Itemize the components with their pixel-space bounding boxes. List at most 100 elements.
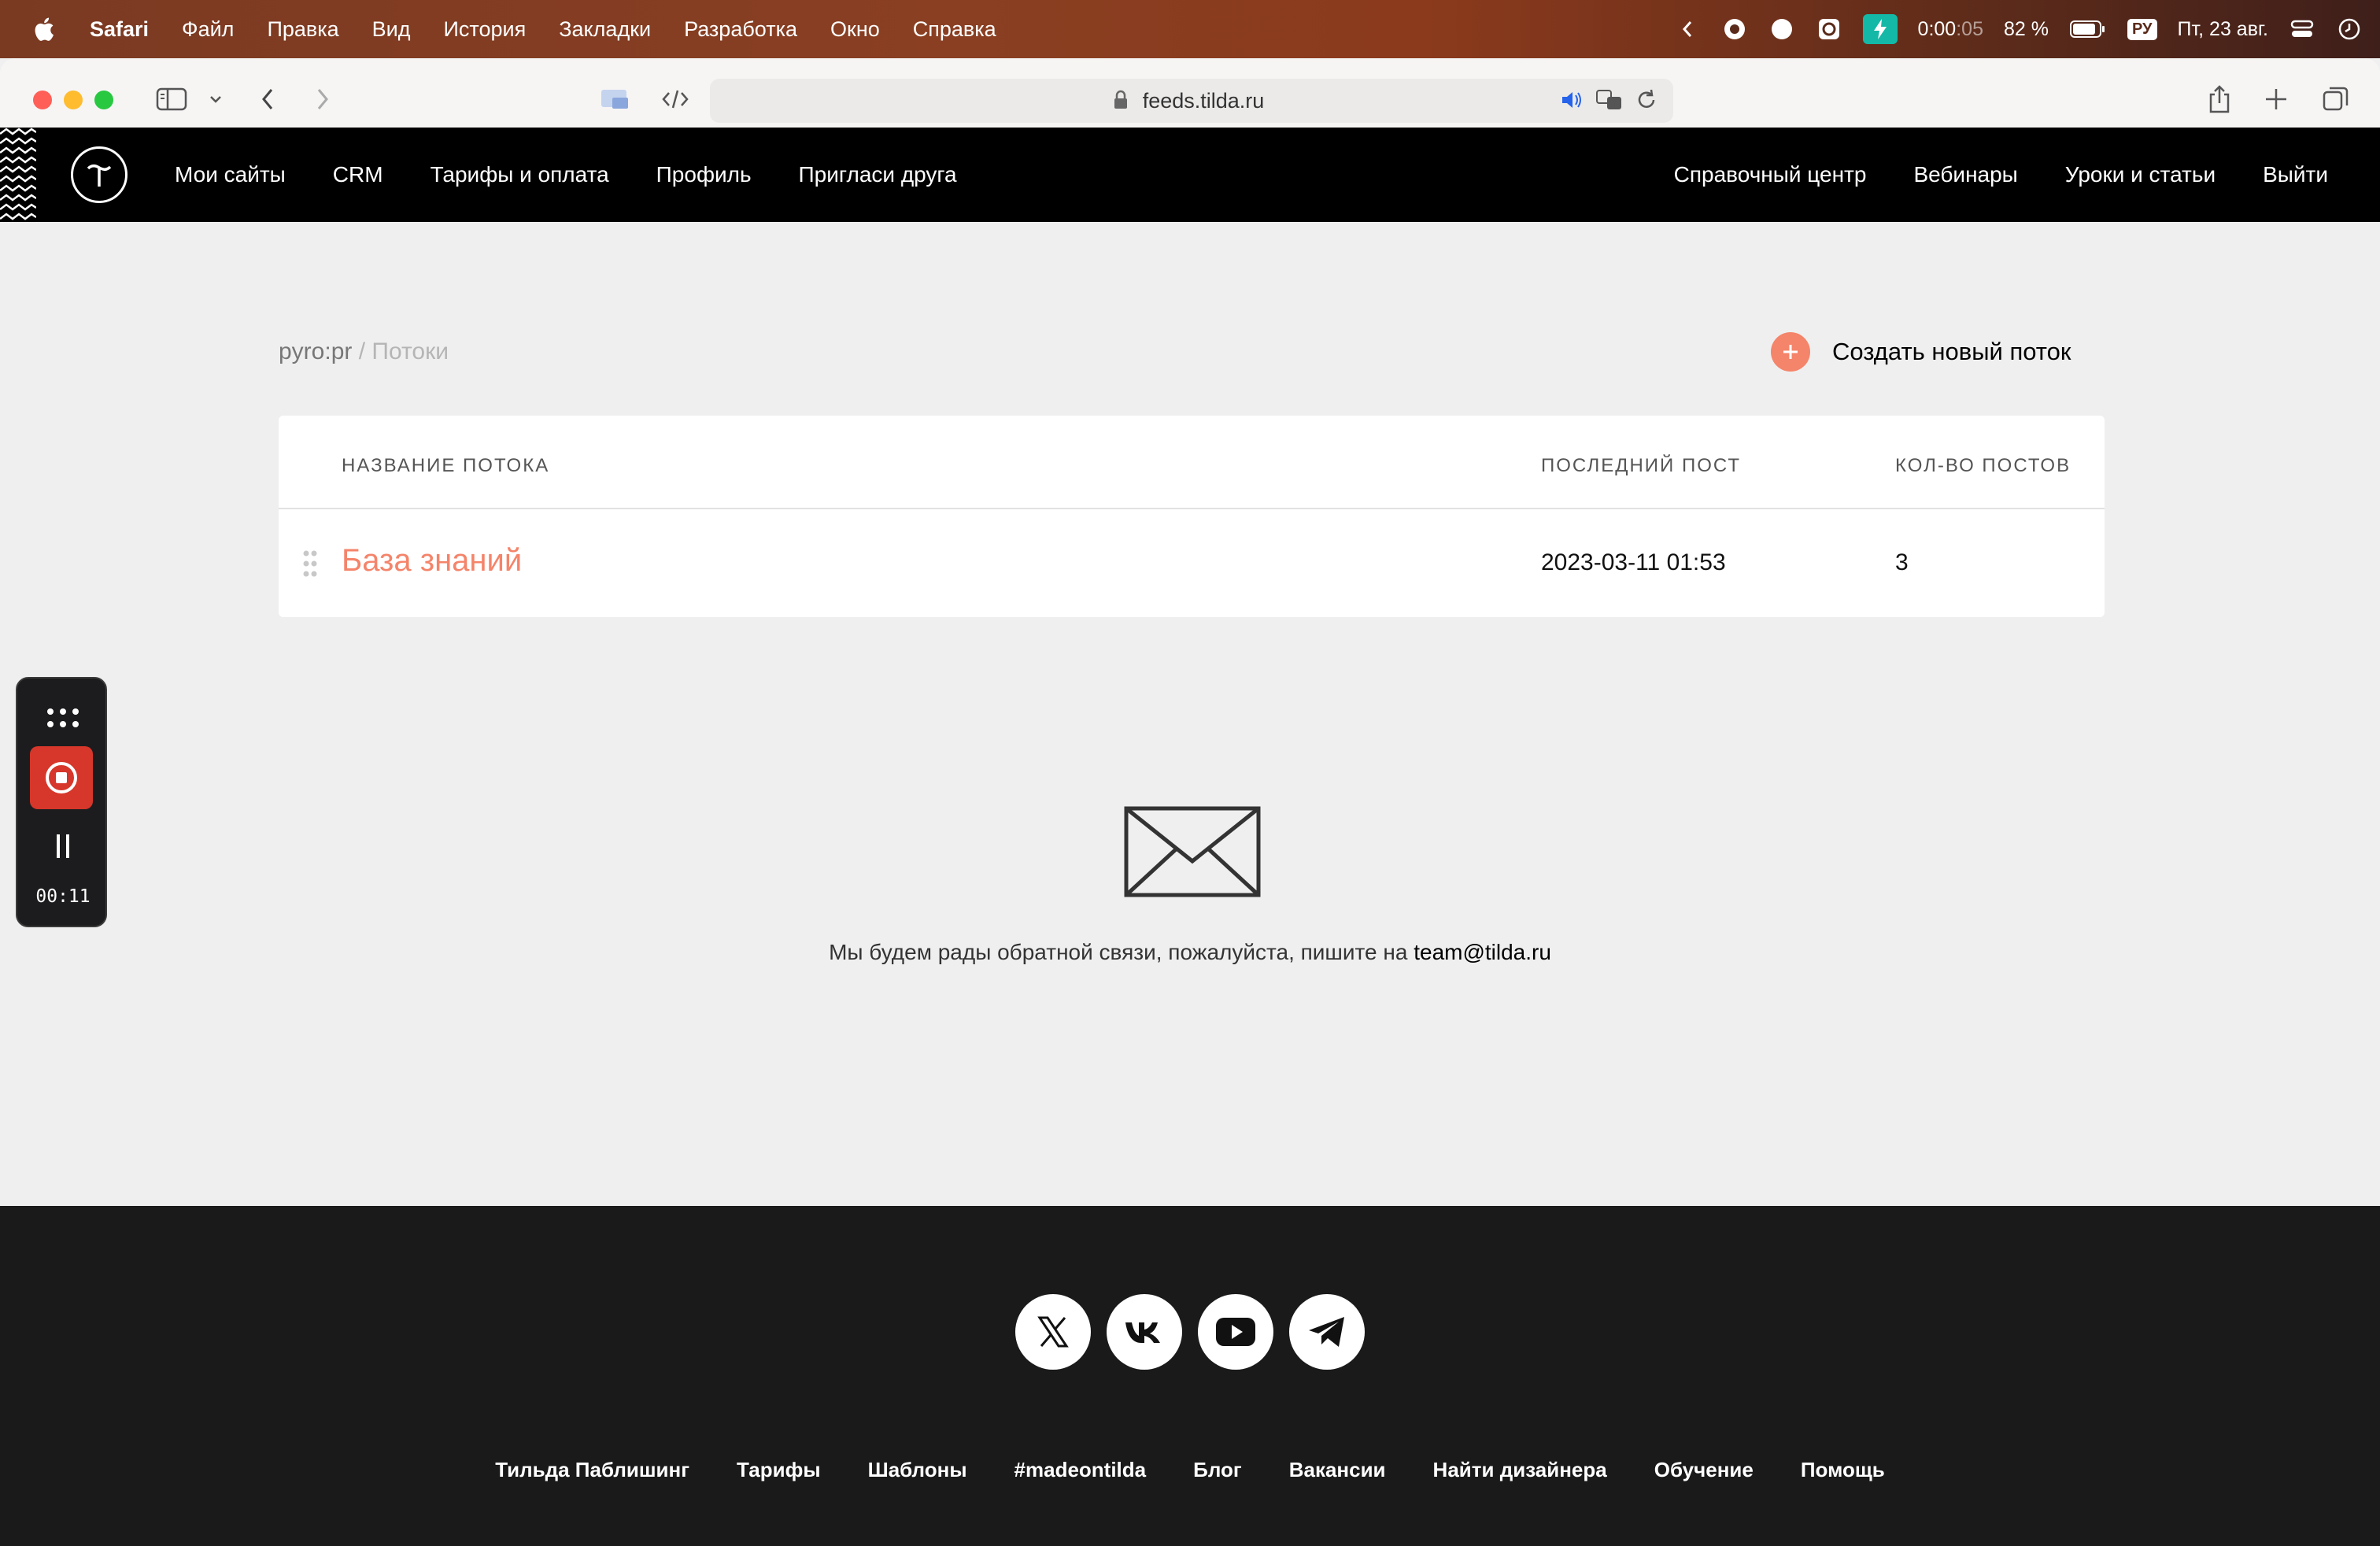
footer-links: Тильда Паблишинг Тарифы Шаблоны #madeont… [0,1458,2380,1482]
nav-invite-friend[interactable]: Пригласи друга [799,162,957,187]
footer-link-plans[interactable]: Тарифы [737,1458,821,1482]
address-bar-actions [1558,87,1659,119]
feedback-text: Мы будем рады обратной связи, пожалуйста… [829,940,1414,964]
tilda-header: Мои сайты CRM Тарифы и оплата Профиль Пр… [0,128,2380,222]
create-feed-button[interactable]: Создать новый поток [1771,332,2071,372]
screen-timer-main: 0:00 [1917,17,1957,40]
recording-time: 00:11 [35,886,91,907]
tab-overview-icon[interactable] [2319,82,2353,117]
forward-button[interactable] [305,82,340,117]
footer-link-help[interactable]: Помощь [1801,1458,1885,1482]
chevron-down-icon[interactable] [198,82,233,117]
site-footer: Тильда Паблишинг Тарифы Шаблоны #madeont… [0,1206,2380,1546]
nav-plans[interactable]: Тарифы и оплата [431,162,609,187]
breadcrumb: pyro:pr / Потоки [279,338,449,365]
screen-timer[interactable]: 0:00:05 [1918,18,1983,41]
pause-icon[interactable] [55,833,71,860]
vk-icon[interactable] [1107,1294,1182,1370]
minimize-window-button[interactable] [64,91,83,109]
menubar-status-area: 0:00:05 82 % РУ Пт, 23 авг. [1674,0,2363,58]
nav-logout[interactable]: Выйти [2263,162,2328,187]
telegram-icon[interactable] [1289,1294,1365,1370]
menu-help[interactable]: Справка [913,17,996,42]
battery-percent: 82 % [2003,17,2049,40]
header-last-post: ПОСЛЕДНИЙ ПОСТ [1541,455,1742,476]
nav-lessons[interactable]: Уроки и статьи [2065,162,2216,187]
lock-icon [1114,90,1127,109]
stop-icon [46,762,77,793]
openai-icon[interactable] [1816,16,1842,43]
window-controls [33,91,113,109]
feed-name-link[interactable]: База знаний [342,543,522,579]
nav-crm[interactable]: CRM [333,162,383,187]
nav-help-center[interactable]: Справочный центр [1674,162,1867,187]
macos-menubar: Safari Файл Правка Вид История Закладки … [0,0,2380,58]
menu-view[interactable]: Вид [372,17,411,42]
zigzag-decoration [0,128,36,220]
envelope-icon [1124,806,1261,897]
footer-link-blog[interactable]: Блог [1193,1458,1242,1482]
close-window-button[interactable] [33,91,52,109]
input-language[interactable]: РУ [2127,18,2157,40]
footer-link-tilda[interactable]: Тильда Паблишинг [495,1458,689,1482]
drag-grip-icon[interactable] [46,707,80,729]
feedback-email-link[interactable]: team@tilda.ru [1414,940,1551,964]
menu-edit[interactable]: Правка [267,17,338,42]
menu-develop[interactable]: Разработка [684,17,797,42]
back-button[interactable] [250,82,285,117]
apple-menu-icon[interactable] [31,16,55,43]
battery-icon[interactable] [2069,16,2107,43]
status-dot-icon[interactable] [1768,16,1795,43]
drag-handle-icon[interactable] [302,549,318,578]
speaker-icon[interactable] [1558,87,1585,119]
breadcrumb-project[interactable]: pyro:pr [279,338,352,364]
stop-recording-button[interactable] [30,746,93,809]
footer-link-madeontilda[interactable]: #madeontilda [1014,1458,1147,1482]
footer-link-jobs[interactable]: Вакансии [1289,1458,1386,1482]
zoom-window-button[interactable] [94,91,113,109]
table-divider [279,508,2105,509]
menu-bookmarks[interactable]: Закладки [559,17,651,42]
header-feed-name: НАЗВАНИЕ ПОТОКА [342,455,550,476]
footer-link-education[interactable]: Обучение [1654,1458,1754,1482]
control-center-icon[interactable] [2289,16,2315,43]
header-post-count: КОЛ-ВО ПОСТОВ [1895,455,2071,476]
feedback-note: Мы будем рады обратной связи, пожалуйста… [0,940,2380,965]
menu-window[interactable]: Окно [830,17,880,42]
menubar-datetime[interactable]: Пт, 23 авг. [2178,18,2269,41]
youtube-icon[interactable] [1198,1294,1273,1370]
social-links [1015,1294,1365,1370]
picture-in-picture-icon[interactable] [598,82,633,117]
footer-link-templates[interactable]: Шаблоны [868,1458,967,1482]
bolt-icon[interactable] [1862,14,1898,44]
breadcrumb-separator: / [352,338,372,364]
share-icon[interactable] [2202,82,2237,117]
translate-icon[interactable] [1595,87,1624,119]
new-tab-icon[interactable] [2259,82,2293,117]
footer-link-find-designer[interactable]: Найти дизайнера [1433,1458,1607,1482]
code-icon[interactable] [658,82,693,117]
nav-webinars[interactable]: Вебинары [1913,162,2017,187]
feed-post-count: 3 [1895,549,1909,575]
vpn-icon[interactable] [1721,16,1748,43]
menu-file[interactable]: Файл [182,17,234,42]
plus-icon [1771,332,1810,372]
clock-icon[interactable] [2336,16,2363,43]
screen-recorder-widget: 00:11 [16,677,107,927]
tilda-logo[interactable] [71,146,128,203]
screen-timer-seconds: :05 [1956,17,1983,40]
nav-profile[interactable]: Профиль [656,162,752,187]
reload-icon[interactable] [1634,87,1659,119]
primary-nav: Мои сайты CRM Тарифы и оплата Профиль Пр… [175,128,957,222]
menu-history[interactable]: История [444,17,527,42]
create-feed-label: Создать новый поток [1832,338,2071,365]
breadcrumb-current: Потоки [371,338,449,364]
sidebar-toggle-icon[interactable] [154,82,189,117]
nav-my-sites[interactable]: Мои сайты [175,162,286,187]
menu-app-name[interactable]: Safari [90,17,149,42]
feed-last-post: 2023-03-11 01:53 [1541,549,1726,575]
address-bar[interactable]: feeds.tilda.ru [710,79,1673,123]
main-content: pyro:pr / Потоки Создать новый поток НАЗ… [0,222,2380,1206]
chevron-left-icon[interactable] [1674,16,1701,43]
x-icon[interactable] [1015,1294,1091,1370]
